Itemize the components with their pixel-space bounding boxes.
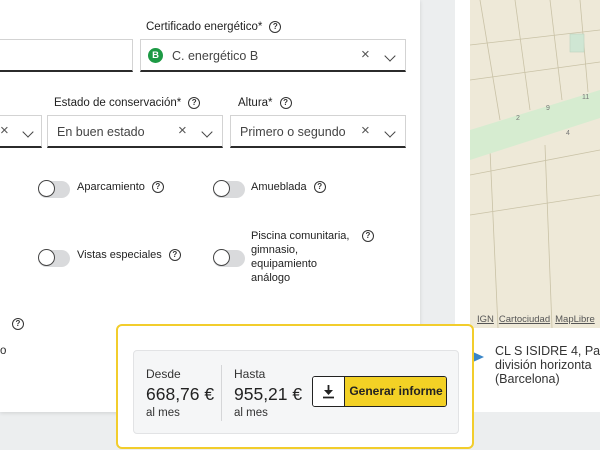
aparcamiento-toggle[interactable] — [38, 180, 70, 198]
aparcamiento-label: Aparcamiento? — [77, 180, 164, 194]
generate-report-button[interactable]: Generar informe — [345, 377, 446, 406]
help-icon[interactable]: ? — [151, 181, 164, 194]
amueblada-toggle[interactable] — [213, 180, 245, 198]
hasta-sub: al mes — [234, 407, 268, 419]
certificado-value: C. energético B — [172, 49, 259, 63]
chevron-down-icon[interactable] — [201, 126, 213, 138]
piscina-toggle[interactable] — [213, 249, 245, 267]
map-label: 4 — [566, 130, 570, 137]
map-label: 2 — [516, 115, 520, 122]
clear-icon[interactable]: × — [361, 122, 370, 139]
chevron-down-icon[interactable] — [384, 50, 396, 62]
download-button[interactable] — [313, 377, 345, 406]
chevron-down-icon[interactable] — [22, 126, 34, 138]
desde-value: 668,76 € — [146, 384, 215, 404]
help-icon[interactable]: ? — [12, 318, 24, 330]
cadastral-map-graphic: 2 9 11 4 — [470, 0, 600, 328]
clear-icon[interactable]: × — [0, 122, 9, 139]
map-panel: 2 9 11 4 IGN Cartociudad MapLibre CL S ISI… — [455, 0, 600, 412]
property-address: CL S ISIDRE 4, Parc división horizonta (… — [495, 344, 600, 386]
estado-value: En buen estado — [57, 125, 145, 139]
hasta-label: Hasta — [234, 367, 266, 381]
map-attribution: IGN Cartociudad MapLibre — [477, 314, 600, 325]
vistas-toggle[interactable] — [38, 249, 70, 267]
report-button-group: Generar informe — [312, 376, 447, 407]
altura-value: Primero o segundo — [240, 125, 346, 139]
ign-link[interactable]: IGN — [477, 314, 494, 325]
amueblada-label: Amueblada? — [251, 180, 326, 194]
help-icon[interactable]: ? — [168, 249, 181, 262]
estado-select[interactable]: En buen estado × — [47, 115, 223, 148]
map-label: 9 — [546, 105, 550, 112]
help-icon[interactable]: ? — [279, 97, 292, 109]
altura-label: Altura*? — [238, 97, 292, 109]
maplibre-link[interactable]: MapLibre — [555, 314, 595, 325]
parcel-map[interactable]: 2 9 11 4 — [470, 0, 600, 328]
cartociudad-link[interactable]: Cartociudad — [499, 314, 550, 325]
price-highlight-panel: Desde 668,76 € al mes Hasta 955,21 € al … — [116, 324, 474, 449]
certificado-select[interactable]: B C. energético B × — [140, 39, 406, 72]
help-icon[interactable]: ? — [188, 97, 201, 109]
previous-field-partial[interactable] — [0, 39, 133, 72]
vistas-label: Vistas especiales? — [77, 248, 181, 262]
partial-select[interactable]: × — [0, 115, 42, 148]
price-estimate-card: Desde 668,76 € al mes Hasta 955,21 € al … — [133, 350, 459, 434]
help-icon[interactable]: ? — [313, 181, 326, 194]
map-label: 11 — [582, 94, 589, 101]
altura-select[interactable]: Primero o segundo × — [230, 115, 406, 148]
divider — [221, 365, 222, 421]
desde-label: Desde — [146, 367, 181, 381]
estado-label: Estado de conservación*? — [54, 97, 201, 109]
desde-sub: al mes — [146, 407, 180, 419]
energy-badge-b-icon: B — [148, 48, 163, 63]
clear-icon[interactable]: × — [178, 122, 187, 139]
help-icon[interactable]: ? — [362, 230, 374, 242]
piscina-label: Piscina comunitaria, gimnasio, equipamie… — [251, 230, 350, 284]
partial-label: o — [0, 345, 7, 357]
help-icon[interactable]: ? — [269, 21, 282, 33]
chevron-down-icon[interactable] — [384, 126, 396, 138]
clear-icon[interactable]: × — [361, 46, 370, 63]
download-icon — [323, 385, 334, 399]
hasta-value: 955,21 € — [234, 384, 303, 404]
address-pointer-icon — [473, 352, 484, 362]
certificado-label: Certificado energético*? — [146, 21, 282, 33]
